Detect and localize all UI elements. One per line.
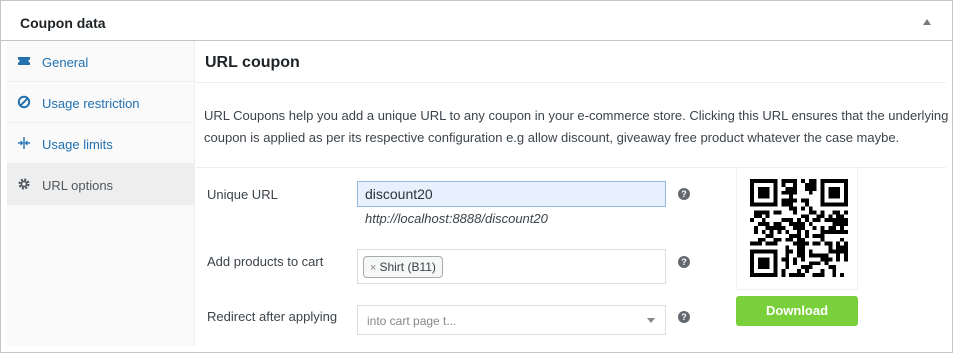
panel-title: Coupon data <box>20 15 106 31</box>
qr-code-image <box>736 167 858 290</box>
help-icon[interactable]: ? <box>678 256 690 268</box>
chevron-down-icon <box>647 318 655 323</box>
url-coupon-content: URL coupon URL Coupons help you add a un… <box>196 41 952 352</box>
redirect-label: Redirect after applying <box>207 309 338 324</box>
tab-general-label: General <box>42 55 89 70</box>
tab-usage-restriction[interactable]: Usage restriction <box>7 82 194 123</box>
unique-url-input[interactable]: discount20 <box>357 181 666 207</box>
coupon-data-panel: Coupon data General Usage restriction Us… <box>0 0 953 353</box>
redirect-select[interactable]: into cart page t... <box>357 305 666 335</box>
limits-icon <box>17 136 31 150</box>
block-icon <box>17 95 31 109</box>
product-chip-label: Shirt (B11) <box>379 260 436 274</box>
add-products-label: Add products to cart <box>207 254 324 269</box>
tab-usage-limits-label: Usage limits <box>42 137 113 152</box>
download-button[interactable]: Download <box>736 296 858 326</box>
add-products-select[interactable]: × Shirt (B11) <box>357 249 666 284</box>
help-icon[interactable]: ? <box>678 188 690 200</box>
tab-usage-limits[interactable]: Usage limits <box>7 123 194 164</box>
collapse-toggle-icon[interactable] <box>923 19 931 25</box>
tab-usage-restriction-label: Usage restriction <box>42 96 140 111</box>
tab-url-options-label: URL options <box>42 178 114 193</box>
help-icon[interactable]: ? <box>678 311 690 323</box>
section-description: URL Coupons help you add a unique URL to… <box>204 108 949 145</box>
tab-url-options[interactable]: URL options <box>7 164 194 205</box>
section-title: URL coupon <box>205 54 300 71</box>
coupon-tabs-sidebar: General Usage restriction Usage limits U… <box>7 41 195 346</box>
panel-header: Coupon data <box>1 1 952 41</box>
unique-url-label: Unique URL <box>207 187 278 202</box>
redirect-placeholder: into cart page t... <box>367 314 457 328</box>
unique-url-preview: http://localhost:8888/discount20 <box>365 211 548 226</box>
product-chip: × Shirt (B11) <box>363 256 443 278</box>
tab-general[interactable]: General <box>7 41 194 82</box>
divider <box>196 82 946 83</box>
qr-code-icon <box>750 179 848 277</box>
ticket-icon <box>17 54 31 68</box>
gear-icon <box>17 177 31 191</box>
chip-remove-icon[interactable]: × <box>370 262 376 274</box>
